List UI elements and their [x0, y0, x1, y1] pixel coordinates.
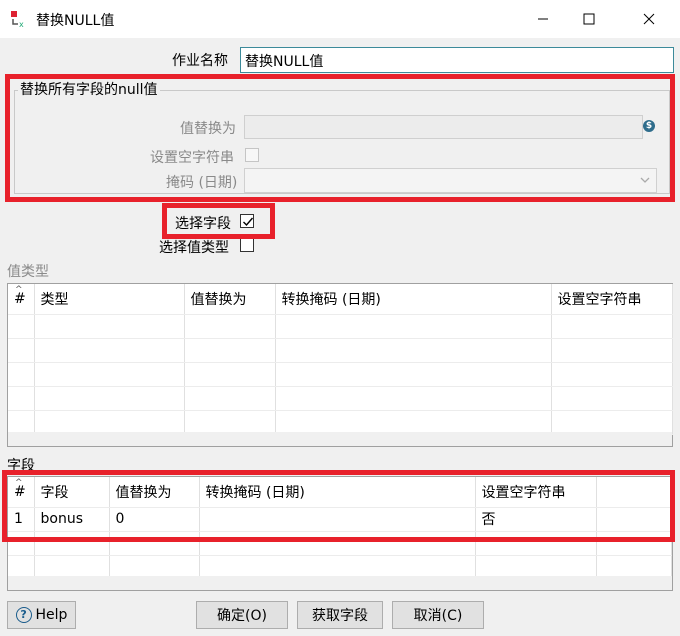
help-circle-icon: ? — [15, 607, 32, 623]
select-value-types-checkbox[interactable] — [240, 238, 254, 252]
horizontal-scrollbar[interactable] — [8, 576, 672, 590]
value-types-table: # 类型 值替换为 转换掩码 (日期) 设置空字符串 — [8, 284, 673, 435]
job-name-label: 作业名称 — [172, 53, 228, 69]
column-header[interactable]: 设置空字符串 — [551, 284, 673, 315]
svg-text:x: x — [19, 20, 24, 29]
select-value-types-label: 选择值类型 — [159, 240, 229, 256]
highlight-box-fields-row — [2, 470, 675, 542]
ok-button[interactable]: 确定(O) — [196, 601, 288, 629]
horizontal-scrollbar[interactable] — [8, 432, 672, 446]
table-row[interactable] — [8, 338, 673, 363]
sort-caret-icon: ^ — [15, 285, 23, 295]
close-icon — [643, 13, 655, 25]
cancel-button[interactable]: 取消(C) — [392, 601, 484, 629]
help-button[interactable]: ? Help — [7, 601, 76, 629]
window-title: 替换NULL值 — [36, 13, 115, 29]
job-name-input[interactable]: 替换NULL值 — [240, 47, 674, 73]
maximize-icon — [583, 13, 595, 25]
table-row[interactable] — [8, 410, 673, 435]
value-types-section-label: 值类型 — [7, 264, 49, 280]
table-row[interactable] — [8, 362, 673, 387]
close-button[interactable] — [626, 0, 672, 38]
highlight-box-all-fields — [5, 74, 675, 202]
column-header[interactable]: 类型 — [34, 284, 185, 315]
title-bar: x 替换NULL值 — [0, 0, 680, 38]
minimize-button[interactable] — [520, 0, 566, 38]
maximize-button[interactable] — [566, 0, 612, 38]
table-row[interactable] — [8, 314, 673, 339]
value-types-header-row: # 类型 值替换为 转换掩码 (日期) 设置空字符串 — [8, 284, 673, 315]
value-types-grid: ^ # 类型 值替换为 转换掩码 (日期) 设置空字符串 — [7, 283, 673, 447]
replace-null-icon: x — [11, 11, 24, 29]
column-header[interactable]: 转换掩码 (日期) — [275, 284, 552, 315]
minimize-icon — [538, 18, 548, 20]
column-header[interactable]: 值替换为 — [184, 284, 276, 315]
table-row[interactable] — [8, 386, 673, 411]
highlight-box-select-fields — [162, 203, 275, 239]
help-button-label: Help — [35, 607, 68, 623]
get-fields-button[interactable]: 获取字段 — [297, 601, 383, 629]
